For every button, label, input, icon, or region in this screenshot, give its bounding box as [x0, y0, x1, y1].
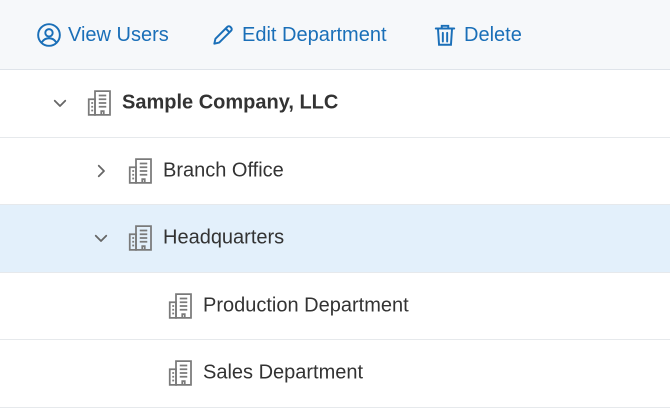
tree-node-label: Sample Company, LLC: [122, 91, 339, 114]
tree-node-sales-department[interactable]: Sales Department: [0, 340, 670, 408]
building-icon: [168, 360, 192, 386]
edit-department-button[interactable]: Edit Department: [210, 0, 387, 70]
tree-node-label: Branch Office: [163, 159, 284, 182]
chevron-down-icon[interactable]: [92, 229, 110, 247]
building-icon: [168, 293, 192, 319]
tree-node-label: Headquarters: [163, 226, 285, 249]
tree-node-label: Production Department: [203, 294, 409, 317]
toolbar: View Users Edit Department Delete: [0, 0, 670, 70]
user-circle-icon: [37, 23, 61, 47]
trash-icon: [434, 24, 456, 46]
chevron-right-icon[interactable]: [92, 162, 110, 180]
tree-node-production-department[interactable]: Production Department: [0, 272, 670, 340]
tree-node-headquarters[interactable]: Headquarters: [0, 205, 670, 273]
chevron-down-icon[interactable]: [51, 94, 69, 112]
building-icon: [87, 90, 111, 116]
tree-node-label: Sales Department: [203, 361, 364, 384]
edit-department-label: Edit Department: [242, 23, 387, 46]
building-icon: [128, 225, 152, 251]
delete-label: Delete: [464, 23, 522, 46]
department-tree: Sample Company, LLC Branch Office Headqu…: [0, 70, 670, 408]
pencil-icon: [213, 25, 233, 45]
delete-button[interactable]: Delete: [432, 0, 522, 70]
tree-node-branch-office[interactable]: Branch Office: [0, 137, 670, 205]
view-users-button[interactable]: View Users: [36, 0, 169, 70]
building-icon: [128, 158, 152, 184]
tree-node-sample-company[interactable]: Sample Company, LLC: [0, 70, 670, 138]
view-users-label: View Users: [68, 23, 169, 46]
